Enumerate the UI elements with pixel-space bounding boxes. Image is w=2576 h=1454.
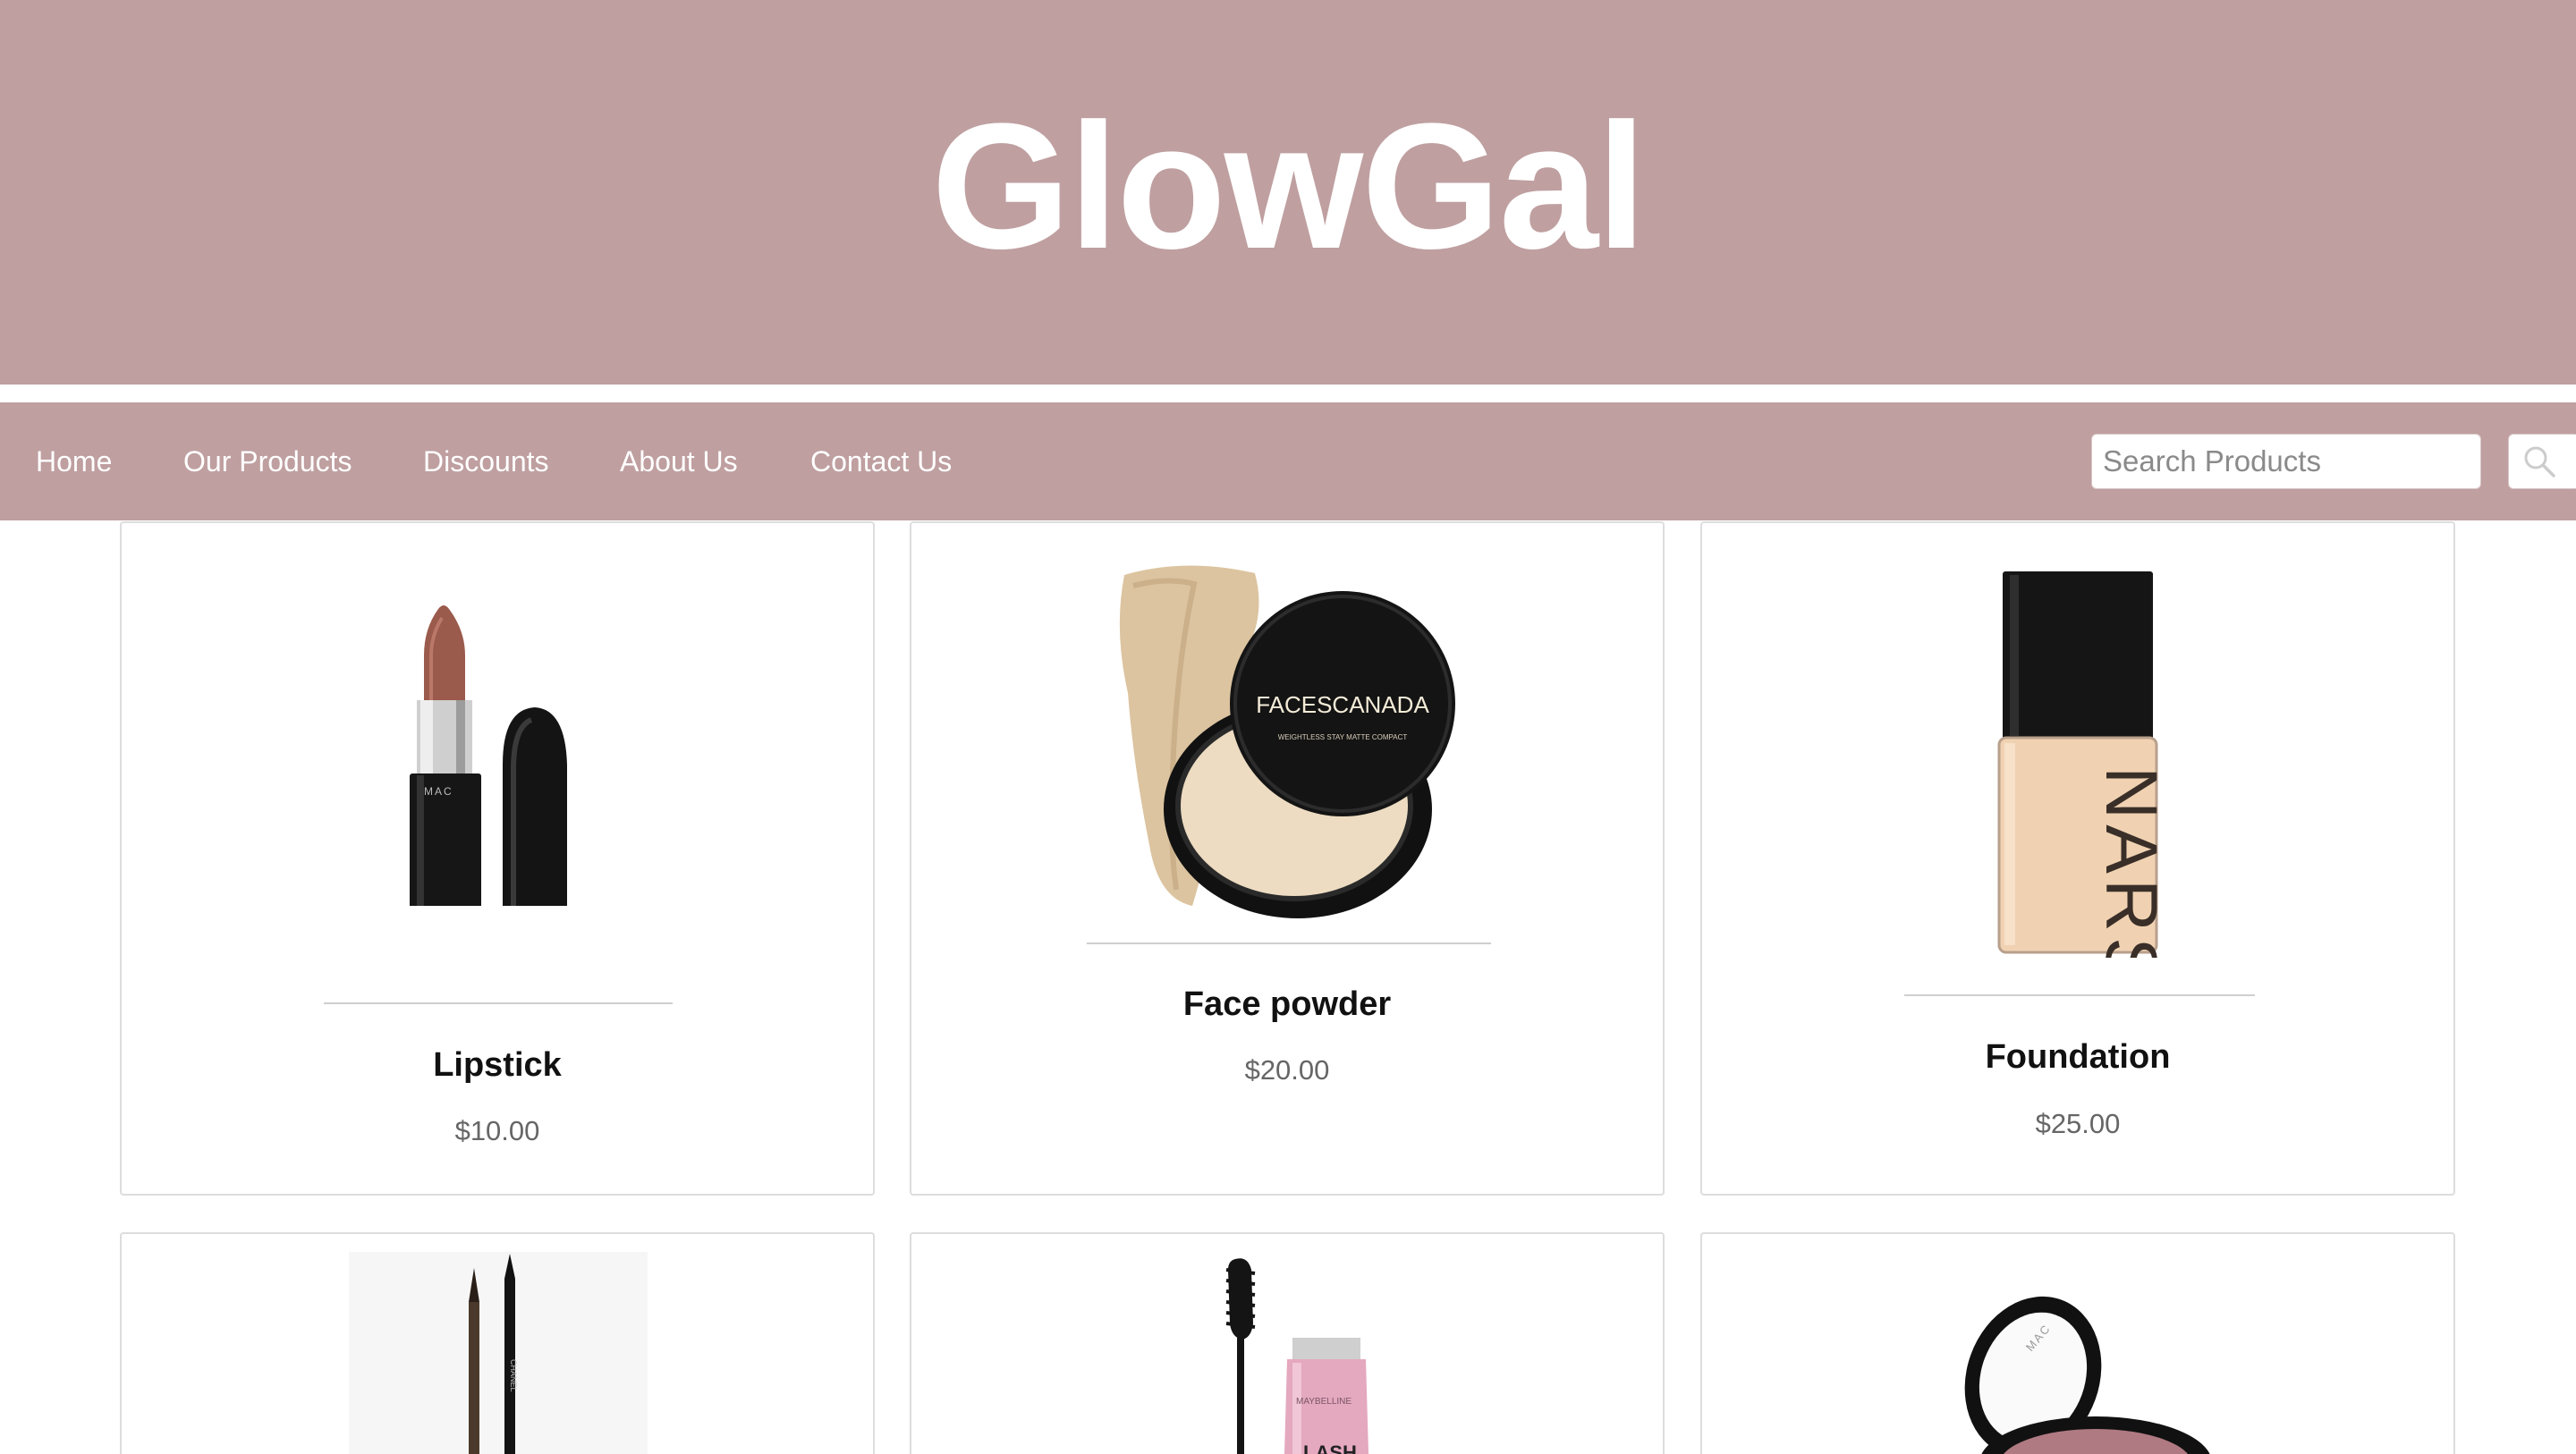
product-name: Face powder xyxy=(1182,985,1392,1023)
product-image-foundation: NARS xyxy=(1904,561,2253,958)
search-icon xyxy=(2524,446,2555,478)
eyeliner-brand-text: CHANEL xyxy=(509,1359,518,1392)
product-image-eyeliner: CHANEL xyxy=(349,1252,648,1454)
brand-title: GlowGal xyxy=(931,87,1646,286)
search-button[interactable] xyxy=(2508,434,2576,489)
compact-subtitle-text: WEIGHTLESS STAY MATTE COMPACT xyxy=(1278,733,1408,741)
product-name: Foundation xyxy=(1985,1038,2171,1076)
nav-our-products[interactable]: Our Products xyxy=(183,402,352,520)
page: GlowGal Home Our Products Discounts Abou… xyxy=(0,0,2576,1454)
compact-brand-text: FACESCANADA xyxy=(1256,691,1429,718)
product-card-blush[interactable]: MAC xyxy=(1700,1232,2455,1454)
mascara-brand-text: MAYBELLINE xyxy=(1296,1397,1352,1407)
product-image-lipstick: MAC xyxy=(324,566,673,906)
search-input[interactable] xyxy=(2091,434,2481,489)
card-divider xyxy=(324,1002,673,1004)
product-image-blush: MAC xyxy=(1899,1252,2239,1454)
product-card-foundation[interactable]: NARS Foundation $25.00 xyxy=(1700,521,2455,1196)
product-card-mascara[interactable]: MAYBELLINE LASH xyxy=(910,1232,1665,1454)
product-name: Lipstick xyxy=(433,1046,562,1084)
blush-compact-icon: MAC xyxy=(1964,1296,2210,1454)
product-price: $25.00 xyxy=(2035,1108,2121,1139)
nav-discounts[interactable]: Discounts xyxy=(423,402,549,520)
product-card-lipstick[interactable]: MAC Lipstick $10.00 xyxy=(120,521,875,1196)
foundation-bottle-icon: NARS xyxy=(1997,571,2172,958)
product-card-eyeliner[interactable]: CHANEL xyxy=(120,1232,875,1454)
mascara-icon: MAYBELLINE LASH xyxy=(1225,1258,1369,1454)
nav-about-us[interactable]: About Us xyxy=(620,402,738,520)
lipstick-icon: MAC xyxy=(410,605,567,906)
header-banner: GlowGal xyxy=(0,0,2576,385)
mascara-label-text: LASH xyxy=(1303,1441,1357,1454)
product-image-face-powder: FACESCANADA WEIGHTLESS STAY MATTE COMPAC… xyxy=(1087,541,1491,926)
svg-text:MAC: MAC xyxy=(424,785,453,798)
product-price: $20.00 xyxy=(1244,1054,1330,1086)
foundation-brand-text: NARS xyxy=(2090,766,2172,958)
compact-powder-icon: FACESCANADA WEIGHTLESS STAY MATTE COMPAC… xyxy=(1119,565,1455,918)
card-divider xyxy=(1087,943,1491,944)
product-card-face-powder[interactable]: FACESCANADA WEIGHTLESS STAY MATTE COMPAC… xyxy=(910,521,1665,1196)
card-divider xyxy=(1904,994,2255,996)
nav-contact-us[interactable]: Contact Us xyxy=(810,402,952,520)
product-image-mascara: MAYBELLINE LASH xyxy=(1207,1252,1385,1454)
nav-home[interactable]: Home xyxy=(36,402,112,520)
eyeliner-pencil-icon: CHANEL xyxy=(469,1254,518,1454)
product-price: $10.00 xyxy=(454,1115,540,1146)
